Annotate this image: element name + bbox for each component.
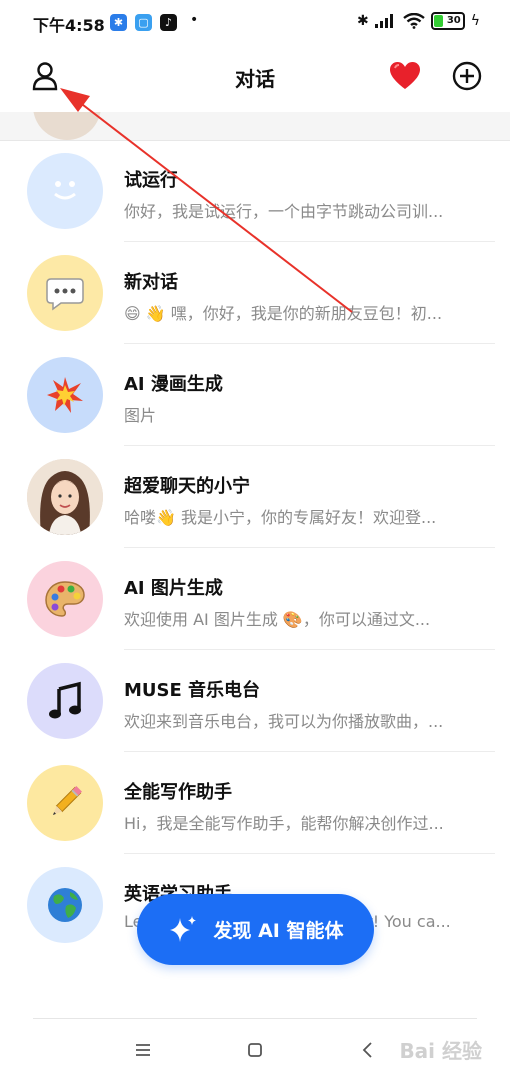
avatar	[33, 112, 101, 140]
menu-icon	[136, 1044, 150, 1056]
battery-level: 30	[446, 15, 461, 26]
watermark: Bai 经验	[399, 1039, 482, 1063]
conversation-item[interactable]: 新对话 😄 👋 嘿，你好，我是你的新朋友豆包！初...	[0, 242, 510, 344]
menu-nav-button[interactable]	[131, 1038, 155, 1062]
conversation-title: MUSE 音乐电台	[124, 680, 261, 701]
favorites-button[interactable]	[387, 58, 423, 94]
page-title: 对话	[235, 67, 275, 91]
girl-portrait	[27, 459, 103, 535]
partial-list-item[interactable]	[0, 112, 510, 141]
music-note-icon	[27, 663, 103, 739]
plus-circle-icon	[452, 61, 482, 91]
home-square-icon	[248, 1043, 262, 1057]
conversation-preview: 欢迎来到音乐电台，我可以为你播放歌曲，...	[124, 712, 444, 731]
system-nav-bar: Bai 经验	[0, 1020, 510, 1080]
conversation-item[interactable]: MUSE 音乐电台 欢迎来到音乐电台，我可以为你播放歌曲，...	[0, 650, 510, 752]
conversation-title: AI 漫画生成	[124, 374, 223, 395]
conversation-preview: 😄 👋 嘿，你好，我是你的新朋友豆包！初...	[124, 304, 443, 323]
tiktok-app-icon: ♪	[160, 14, 177, 31]
conversation-item[interactable]: 试运行 你好，我是试运行，一个由字节跳动公司训...	[0, 140, 510, 242]
conversation-item[interactable]: AI 漫画生成 图片	[0, 344, 510, 446]
conversation-title: 新对话	[124, 272, 178, 293]
charging-icon: ϟ	[470, 13, 480, 29]
conversation-item[interactable]: 全能写作助手 Hi，我是全能写作助手，能帮你解决创作过...	[0, 752, 510, 854]
conversation-item[interactable]: AI 图片生成 欢迎使用 AI 图片生成 🎨，你可以通过文...	[0, 548, 510, 650]
conversation-preview: 你好，我是试运行，一个由字节跳动公司训...	[124, 202, 444, 221]
conversation-preview: Hi，我是全能写作助手，能帮你解决创作过...	[124, 814, 444, 833]
heart-icon	[390, 62, 420, 89]
battery-icon: 30	[430, 12, 465, 30]
signal-icon	[374, 14, 393, 28]
conversation-preview: 哈喽👋 我是小宁，你的专属好友！欢迎登...	[124, 508, 437, 527]
status-indicators: ✱ 30 ϟ	[357, 12, 480, 30]
conversation-title: 试运行	[124, 170, 178, 191]
back-chevron-icon	[362, 1042, 372, 1058]
new-chat-button[interactable]	[449, 58, 485, 94]
status-time: 下午4:58	[33, 16, 105, 35]
conversation-preview: 图片	[124, 406, 157, 425]
back-nav-button[interactable]	[355, 1038, 379, 1062]
discover-agents-button[interactable]: 发现 AI 智能体	[137, 894, 374, 965]
speech-bubble-icon	[27, 255, 103, 331]
wifi-icon	[403, 13, 425, 29]
message-app-icon: ▢	[135, 14, 152, 31]
conversation-title: 超爱聊天的小宁	[124, 476, 250, 497]
divider	[33, 1018, 477, 1019]
notification-dot: •	[190, 12, 199, 28]
status-bar: 下午4:58 ✱ ▢ ♪ • ✱ 30 ϟ	[0, 0, 510, 46]
sparkle-icon	[170, 915, 197, 942]
bluetooth-app-icon: ✱	[110, 14, 127, 31]
explosion-icon	[27, 357, 103, 433]
home-nav-button[interactable]	[243, 1038, 267, 1062]
header: 对话	[0, 46, 510, 108]
discover-agents-label: 发现 AI 智能体	[213, 920, 344, 942]
globe-icon	[27, 867, 103, 943]
palette-icon	[27, 561, 103, 637]
conversation-title: AI 图片生成	[124, 578, 223, 599]
face-icon	[27, 153, 103, 229]
pencil-icon	[27, 765, 103, 841]
conversation-preview: 欢迎使用 AI 图片生成 🎨，你可以通过文...	[124, 610, 431, 629]
conversation-item[interactable]: 超爱聊天的小宁 哈喽👋 我是小宁，你的专属好友！欢迎登...	[0, 446, 510, 548]
bluetooth-icon: ✱	[357, 13, 369, 29]
conversation-title: 全能写作助手	[124, 782, 232, 803]
